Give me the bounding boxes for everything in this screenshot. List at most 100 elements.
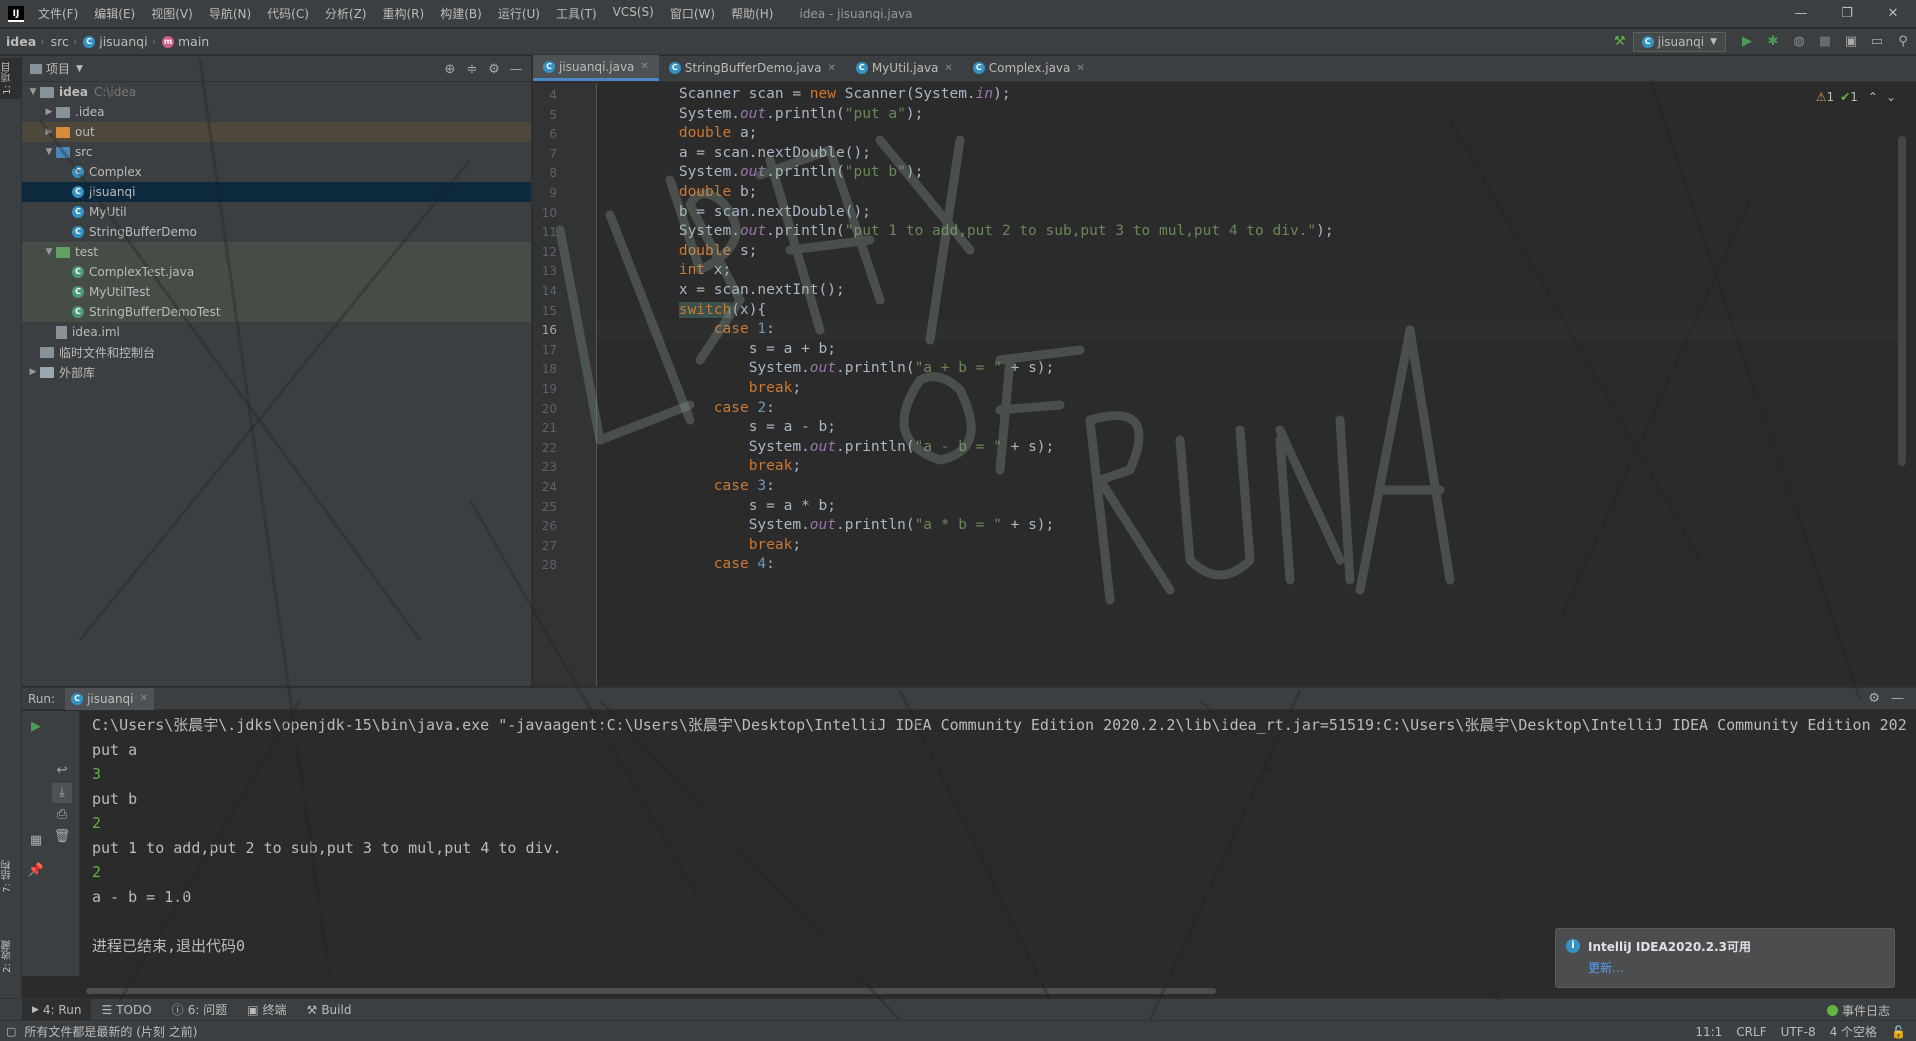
menu-item[interactable]: 文件(F) — [30, 5, 86, 22]
chevron-down-icon[interactable]: ▼ — [42, 247, 56, 257]
chevron-right-icon[interactable]: ▶ — [42, 107, 56, 117]
chevron-down-icon[interactable]: ▼ — [26, 87, 40, 97]
console-horizontal-scrollbar[interactable] — [86, 988, 1216, 994]
file-encoding[interactable]: UTF-8 — [1781, 1025, 1816, 1039]
menu-item[interactable]: 导航(N) — [201, 5, 259, 22]
indent-setting[interactable]: 4 个空格 — [1830, 1023, 1877, 1040]
inspection-widget[interactable]: ⚠ 1 ✔ 1 ⌃ ⌄ — [1816, 90, 1896, 104]
tool-tab-structure[interactable]: 7: 结构 — [0, 856, 22, 897]
tree-item[interactable]: C StringBufferDemo — [22, 222, 531, 242]
project-panel-title[interactable]: 项目 — [46, 60, 70, 77]
menu-item[interactable]: 帮助(H) — [723, 5, 781, 22]
tree-item[interactable]: ▼ test — [22, 242, 531, 262]
soft-wrap-icon[interactable]: ↩ — [52, 761, 72, 781]
tool-tab-problems[interactable]: ⓘ 6: 问题 — [162, 999, 238, 1021]
stop-icon[interactable]: ■ — [1814, 31, 1836, 53]
layout-icon[interactable]: ▦ — [26, 831, 46, 851]
coverage-icon[interactable]: ◍ — [1788, 31, 1810, 53]
hide-panel-icon[interactable]: — — [1891, 691, 1904, 706]
run-icon[interactable]: ▶ — [1736, 31, 1758, 53]
tree-item[interactable]: idea.iml — [22, 322, 531, 342]
tree-item[interactable]: ▼ src — [22, 142, 531, 162]
menu-item[interactable]: 视图(V) — [143, 5, 201, 22]
breadcrumb-project[interactable]: idea — [0, 34, 40, 49]
project-structure-icon[interactable]: ▣ — [1840, 31, 1862, 53]
layout-icon[interactable]: ▭ — [1866, 31, 1888, 53]
chevron-down-icon[interactable]: ▼ — [42, 147, 56, 157]
close-window-button[interactable]: ✕ — [1870, 0, 1916, 28]
tree-item[interactable]: ▶ .idea — [22, 102, 531, 122]
breadcrumb-method[interactable]: m main — [156, 34, 213, 49]
line-separator[interactable]: CRLF — [1736, 1025, 1766, 1039]
event-log-button[interactable]: 事件日志 — [1826, 999, 1890, 1021]
collapse-all-icon[interactable]: ≑ — [461, 62, 483, 77]
hide-panel-icon[interactable]: — — [505, 62, 527, 77]
close-icon[interactable]: ✕ — [944, 63, 952, 74]
close-icon[interactable]: ✕ — [140, 693, 148, 704]
chevron-down-icon[interactable]: ⌄ — [1886, 90, 1896, 104]
tool-tab-build[interactable]: ⚒ Build — [297, 999, 362, 1021]
menu-item[interactable]: 重构(R) — [375, 5, 433, 22]
restore-button[interactable]: ❐ — [1824, 0, 1870, 28]
code-area[interactable]: Scanner scan = new Scanner(System.in); S… — [597, 83, 1897, 686]
tool-tab-terminal[interactable]: ▣ 终端 — [237, 999, 296, 1021]
tree-item[interactable]: C ComplexTest.java — [22, 262, 531, 282]
menu-item[interactable]: 分析(Z) — [317, 5, 375, 22]
menu-item[interactable]: 窗口(W) — [662, 5, 723, 22]
tool-tab-favorites[interactable]: 2: 收藏 — [0, 936, 22, 977]
menu-item[interactable]: 运行(U) — [490, 5, 548, 22]
editor-scrollbar[interactable] — [1898, 136, 1906, 466]
run-tab-jisuanqi[interactable]: C jisuanqi ✕ — [65, 687, 154, 710]
tree-item[interactable]: C MyUtilTest — [22, 282, 531, 302]
tree-item[interactable]: ▶ out — [22, 122, 531, 142]
close-icon[interactable]: ✕ — [1076, 63, 1084, 74]
menu-item[interactable]: 代码(C) — [259, 5, 317, 22]
tool-tab-todo[interactable]: ☰ TODO — [91, 999, 161, 1021]
menu-item[interactable]: VCS(S) — [605, 5, 662, 22]
chevron-right-icon[interactable]: ▶ — [26, 367, 40, 377]
caret-position[interactable]: 11:1 — [1695, 1025, 1722, 1039]
editor-tab[interactable]: C StringBufferDemo.java ✕ — [659, 55, 846, 81]
tree-item[interactable]: ▶ 外部库 — [22, 362, 531, 382]
tree-item[interactable]: C Complex — [22, 162, 531, 182]
tree-item[interactable]: 临时文件和控制台 — [22, 342, 531, 362]
minimize-button[interactable]: — — [1778, 0, 1824, 28]
code-line: b = scan.nextDouble(); — [609, 203, 871, 223]
print-icon[interactable]: ⎙ — [52, 805, 72, 825]
debug-icon[interactable]: ✱ — [1762, 31, 1784, 53]
run-configuration-select[interactable]: C jisuanqi ▼ — [1632, 32, 1726, 52]
close-icon[interactable]: ✕ — [827, 63, 835, 74]
chevron-down-icon[interactable]: ▼ — [76, 64, 83, 74]
menu-item[interactable]: 工具(T) — [548, 5, 605, 22]
locate-icon[interactable]: ⊕ — [439, 62, 461, 77]
tree-item[interactable]: C MyUtil — [22, 202, 531, 222]
menu-item[interactable]: 构建(B) — [432, 5, 490, 22]
search-icon[interactable]: ⚲ — [1892, 31, 1914, 53]
breadcrumb-src[interactable]: src — [45, 34, 73, 49]
editor-tab[interactable]: Cjisuanqi.java ✕ — [533, 55, 659, 81]
chevron-right-icon[interactable]: ▶ — [42, 127, 56, 137]
rerun-icon[interactable]: ▶ — [26, 717, 46, 737]
build-hammer-icon[interactable]: ⚒ — [1609, 31, 1631, 53]
code-line: case 4: — [609, 555, 775, 575]
pin-icon[interactable]: 📌 — [26, 861, 46, 881]
update-link[interactable]: 更新... — [1588, 959, 1623, 976]
chevron-up-icon[interactable]: ⌃ — [1868, 90, 1878, 104]
tree-item[interactable]: Cjisuanqi — [22, 182, 531, 202]
tool-tab-run[interactable]: ▶ 4: Run — [22, 998, 92, 1021]
menu-item[interactable]: 编辑(E) — [86, 5, 143, 22]
gear-icon[interactable]: ⚙ — [1868, 691, 1880, 706]
editor-tab[interactable]: C Complex.java ✕ — [963, 55, 1095, 81]
lock-icon[interactable]: 🔓 — [1891, 1025, 1906, 1039]
trash-icon[interactable]: 🗑 — [52, 827, 72, 847]
editor-tab[interactable]: C MyUtil.java ✕ — [846, 55, 963, 81]
tool-tab-project[interactable]: 1: 项目 — [0, 58, 22, 99]
breadcrumb-class[interactable]: Cjisuanqi — [77, 34, 151, 49]
close-icon[interactable]: ✕ — [640, 61, 648, 72]
gear-icon[interactable]: ⚙ — [483, 62, 505, 77]
tree-item[interactable]: C StringBufferDemoTest — [22, 302, 531, 322]
scroll-to-end-icon[interactable]: ⤓ — [52, 783, 72, 803]
tree-item-label: StringBufferDemo — [89, 225, 197, 239]
tree-item[interactable]: ▼ idea C:\idea — [22, 82, 531, 102]
